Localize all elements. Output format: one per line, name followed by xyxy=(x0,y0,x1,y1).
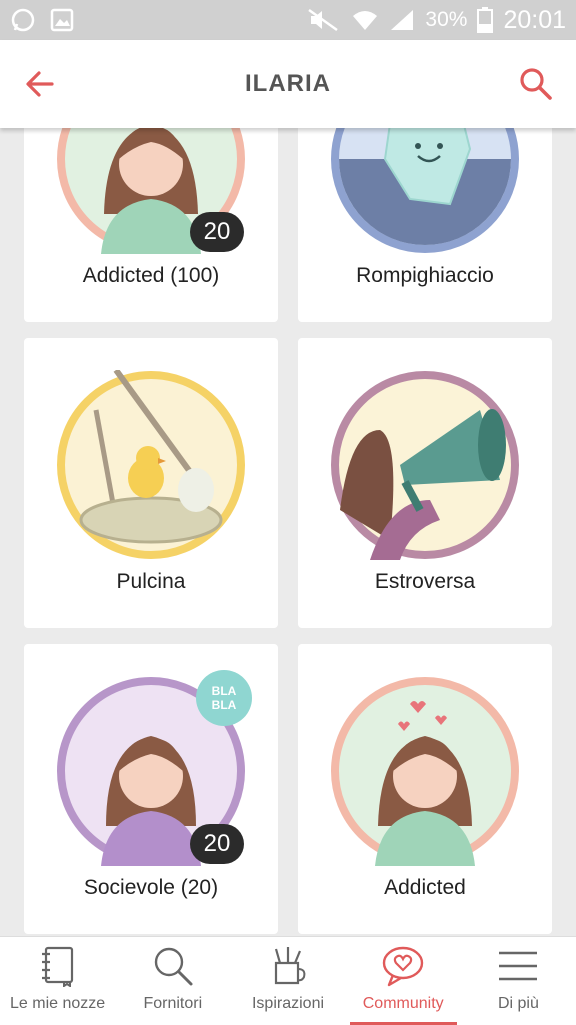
nav-community[interactable]: Community xyxy=(346,937,461,1025)
badges-grid: 20 Addicted (100) Rompighiaccio Pulcina … xyxy=(24,128,552,934)
nav-label: Le mie nozze xyxy=(10,995,106,1012)
badge-label: Addicted (100) xyxy=(82,264,220,287)
badge-label: Socievole (20) xyxy=(83,876,219,899)
battery-icon xyxy=(477,7,494,33)
badge-label: Pulcina xyxy=(116,570,186,593)
badge-image xyxy=(56,368,246,560)
mute-icon xyxy=(308,8,339,32)
badge-image xyxy=(330,128,520,254)
back-button[interactable] xyxy=(18,62,62,106)
speech-bubble-icon: BLA BLA xyxy=(196,670,252,726)
nav-fornitori[interactable]: Fornitori xyxy=(115,937,230,1025)
badge-card[interactable]: Estroversa xyxy=(298,338,552,628)
signal-icon xyxy=(391,10,414,30)
count-badge: 20 xyxy=(190,824,244,864)
page-title: ILARIA xyxy=(245,70,331,97)
badge-label: Rompighiaccio xyxy=(356,264,494,287)
badge-card[interactable]: 20 Addicted (100) xyxy=(24,128,278,322)
badge-card[interactable]: BLA BLA 20 Socievole (20) xyxy=(24,644,278,934)
count-badge: 20 xyxy=(190,212,244,252)
badge-label: Estroversa xyxy=(374,570,476,593)
battery-percent: 30% xyxy=(425,8,468,31)
wifi-icon xyxy=(353,11,378,30)
badges-scroll-area[interactable]: 20 Addicted (100) Rompighiaccio Pulcina … xyxy=(0,128,576,936)
gallery-icon xyxy=(50,8,74,32)
nav-ispirazioni[interactable]: Ispirazioni xyxy=(230,937,345,1025)
badge-image: BLA BLA 20 xyxy=(56,670,252,866)
badge-card[interactable]: Pulcina xyxy=(24,338,278,628)
pencil-cup-icon xyxy=(274,947,306,985)
heart-chat-icon xyxy=(383,946,424,987)
app-bar: ILARIA xyxy=(0,40,576,128)
badge-label: Addicted xyxy=(384,876,466,899)
nav-di-piu[interactable]: Di più xyxy=(461,937,576,1025)
nav-label: Fornitori xyxy=(143,995,203,1012)
nav-label: Community xyxy=(362,995,444,1012)
search-icon xyxy=(520,68,552,100)
badge-card[interactable]: Addicted xyxy=(298,644,552,934)
search-icon xyxy=(154,947,193,986)
badge-card[interactable]: Rompighiaccio xyxy=(298,128,552,322)
badge-image xyxy=(330,676,520,866)
whatsapp-icon xyxy=(11,8,35,32)
bottom-navigation: Le mie nozze Fornitori Ispirazioni Commu… xyxy=(0,936,576,1025)
bubble-text: BLA xyxy=(211,698,237,712)
nav-label: Di più xyxy=(497,995,539,1012)
arrow-left-icon xyxy=(26,71,54,97)
clock: 20:01 xyxy=(503,5,566,34)
menu-icon xyxy=(499,951,538,981)
badge-image xyxy=(330,370,520,560)
bubble-text: BLA xyxy=(211,684,237,698)
notebook-icon xyxy=(41,946,73,987)
nav-label: Ispirazioni xyxy=(251,995,325,1012)
search-button[interactable] xyxy=(514,62,558,106)
nav-le-mie-nozze[interactable]: Le mie nozze xyxy=(0,937,115,1025)
badge-image: 20 xyxy=(56,128,246,254)
status-bar: 30% 20:01 xyxy=(0,0,576,40)
